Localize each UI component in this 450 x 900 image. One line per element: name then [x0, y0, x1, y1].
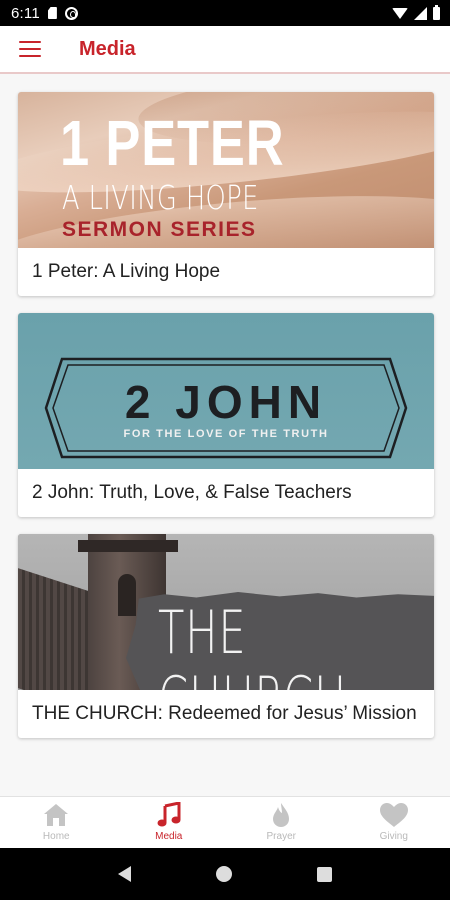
recent-apps-icon[interactable]: [317, 866, 333, 882]
artwork-title: 2 JOHN: [124, 376, 328, 428]
status-bar: 6:11: [0, 0, 450, 26]
signal-icon: [414, 6, 427, 20]
music-note-icon: [154, 802, 184, 828]
nav-label: Media: [155, 831, 183, 842]
artwork-subtitle: FOR THE LOVE OF THE TRUTH: [123, 428, 329, 440]
media-card-title: 1 Peter: A Living Hope: [32, 261, 221, 282]
artwork-subtitle: A LIVING HOPE: [62, 178, 259, 217]
page-title: Media: [79, 37, 136, 60]
sermon-series-artwork: 2 JOHN FOR THE LOVE OF THE TRUTH: [18, 313, 434, 469]
flame-icon: [266, 802, 296, 828]
media-card-the-church[interactable]: THE CHURCH THE CHURCH: Redeemed for Jesu…: [18, 534, 434, 738]
home-icon: [41, 802, 71, 828]
heart-icon: [379, 802, 409, 828]
nav-label: Giving: [379, 831, 408, 842]
artwork-title: THE CHURCH: [158, 598, 346, 690]
system-navigation-bar: [0, 848, 450, 900]
media-card-1-peter[interactable]: 1 PETER A LIVING HOPE SERMON SERIES 1 Pe…: [18, 92, 434, 296]
bottom-navigation: Home Media Prayer Giving: [0, 796, 450, 848]
status-bar-right: [392, 4, 440, 20]
sermon-series-artwork: 1 PETER A LIVING HOPE SERMON SERIES: [18, 92, 434, 248]
wifi-icon: [392, 7, 408, 19]
media-card-2-john[interactable]: 2 JOHN FOR THE LOVE OF THE TRUTH 2 John:…: [18, 313, 434, 517]
media-card-title: 2 John: Truth, Love, & False Teachers: [32, 482, 352, 503]
hamburger-menu-button[interactable]: [0, 25, 60, 73]
media-list: 1 PETER A LIVING HOPE SERMON SERIES 1 Pe…: [18, 92, 434, 755]
status-bar-left: 6:11: [11, 5, 78, 22]
home-circle-icon[interactable]: [215, 866, 232, 882]
data-saver-icon: [64, 6, 78, 20]
app-bar: Media: [0, 26, 450, 74]
hamburger-menu-icon: [19, 41, 41, 43]
status-time: 6:11: [11, 4, 40, 22]
battery-icon: [433, 4, 440, 20]
nav-label: Home: [42, 831, 70, 842]
nav-media[interactable]: Media: [113, 797, 226, 848]
back-icon[interactable]: [117, 866, 131, 882]
nav-prayer[interactable]: Prayer: [225, 797, 338, 848]
sd-card-icon: [47, 7, 57, 19]
nav-label: Prayer: [266, 831, 296, 842]
sermon-series-artwork: THE CHURCH: [18, 534, 434, 690]
nav-home[interactable]: Home: [0, 797, 113, 848]
nav-giving[interactable]: Giving: [338, 797, 450, 848]
media-card-title: THE CHURCH: Redeemed for Jesus’ Mission: [32, 703, 417, 724]
artwork-tagline: SERMON SERIES: [62, 218, 257, 241]
artwork-title: 1 PETER: [60, 107, 285, 179]
